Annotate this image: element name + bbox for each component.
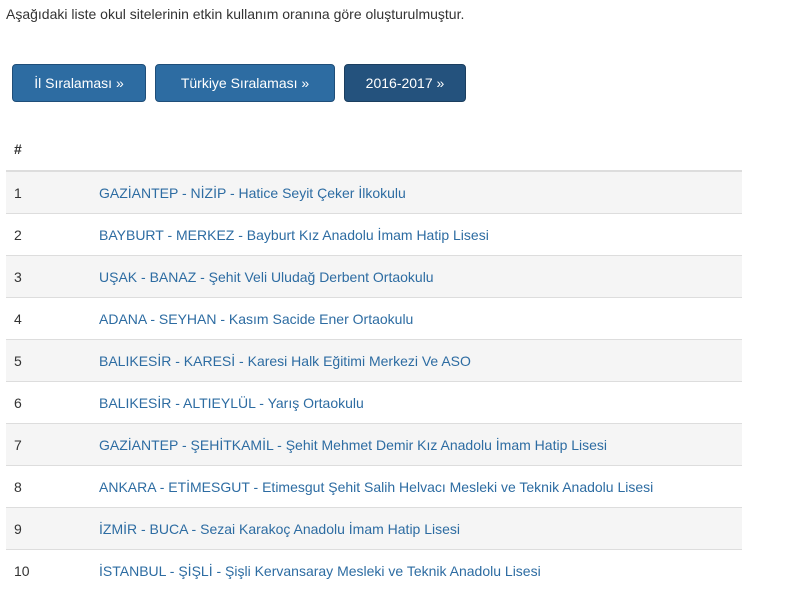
school-link[interactable]: ANKARA - ETİMESGUT - Etimesgut Şehit Sal… [99,479,653,495]
rank-cell: 2 [6,213,91,256]
rank-cell: 4 [6,297,91,340]
intro-text: Aşağıdaki liste okul sitelerinin etkin k… [6,6,465,22]
rank-cell: 5 [6,339,91,382]
province-ranking-button[interactable]: İl Sıralaması » [12,64,146,102]
table-row: 3 UŞAK - BANAZ - Şehit Veli Uludağ Derbe… [6,255,742,298]
table-row: 5 BALIKESİR - KARESİ - Karesi Halk Eğiti… [6,339,742,382]
rank-cell: 9 [6,507,91,550]
rank-cell: 3 [6,255,91,298]
table-row: 1 GAZİANTEP - NİZİP - Hatice Seyit Çeker… [6,170,742,214]
table-row: 9 İZMİR - BUCA - Sezai Karakoç Anadolu İ… [6,507,742,550]
rank-column-header: # [6,128,91,172]
school-link[interactable]: GAZİANTEP - ŞEHİTKAMİL - Şehit Mehmet De… [99,437,607,453]
rank-cell: 6 [6,381,91,424]
school-link[interactable]: BALIKESİR - KARESİ - Karesi Halk Eğitimi… [99,353,471,369]
school-link[interactable]: İZMİR - BUCA - Sezai Karakoç Anadolu İma… [99,521,460,537]
school-link[interactable]: UŞAK - BANAZ - Şehit Veli Uludağ Derbent… [99,269,434,285]
rank-cell: 10 [6,549,91,591]
ranking-table: # 1 GAZİANTEP - NİZİP - Hatice Seyit Çek… [6,128,742,591]
school-link[interactable]: BAYBURT - MERKEZ - Bayburt Kız Anadolu İ… [99,227,489,243]
school-column-header [91,128,742,172]
table-row: 10 İSTANBUL - ŞİŞLİ - Şişli Kervansaray … [6,549,742,591]
year-select-button[interactable]: 2016-2017 » [344,64,466,102]
table-row: 8 ANKARA - ETİMESGUT - Etimesgut Şehit S… [6,465,742,508]
school-link[interactable]: ADANA - SEYHAN - Kasım Sacide Ener Ortao… [99,311,413,327]
rank-cell: 8 [6,465,91,508]
table-header-row: # [6,128,742,172]
table-row: 4 ADANA - SEYHAN - Kasım Sacide Ener Ort… [6,297,742,340]
school-link[interactable]: GAZİANTEP - NİZİP - Hatice Seyit Çeker İ… [99,185,406,201]
table-row: 2 BAYBURT - MERKEZ - Bayburt Kız Anadolu… [6,213,742,256]
rank-cell: 7 [6,423,91,466]
rank-cell: 1 [6,170,91,214]
school-link[interactable]: İSTANBUL - ŞİŞLİ - Şişli Kervansaray Mes… [99,563,541,579]
table-row: 6 BALIKESİR - ALTIEYLÜL - Yarış Ortaokul… [6,381,742,424]
school-link[interactable]: BALIKESİR - ALTIEYLÜL - Yarış Ortaokulu [99,395,364,411]
turkey-ranking-button[interactable]: Türkiye Sıralaması » [155,64,335,102]
table-row: 7 GAZİANTEP - ŞEHİTKAMİL - Şehit Mehmet … [6,423,742,466]
